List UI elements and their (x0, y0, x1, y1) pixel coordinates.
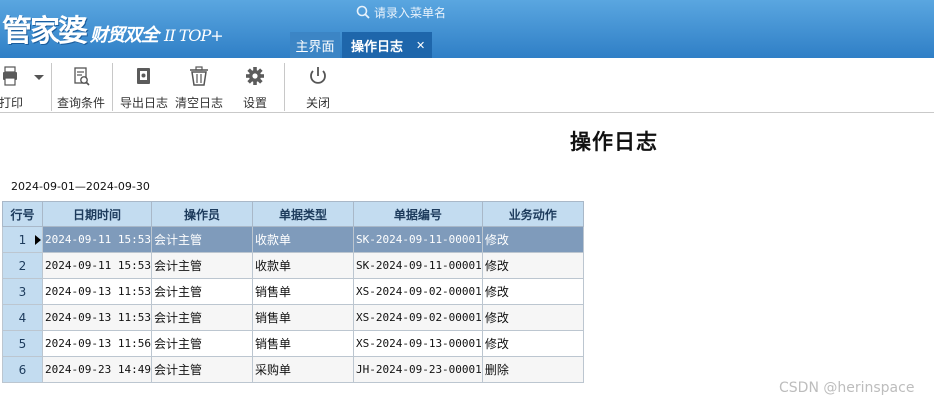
cell-doc-no[interactable]: SK-2024-09-11-00001 (352, 252, 483, 279)
gear-icon (246, 67, 264, 85)
cell-action[interactable]: 修改 (481, 278, 584, 305)
column-header-datetime[interactable]: 日期时间 (42, 201, 152, 227)
cell-doc-type[interactable]: 采购单 (251, 356, 354, 383)
log-table: 行号 日期时间 操作员 单据类型 单据编号 业务动作 1 2024-09-11 … (2, 201, 584, 383)
cell-doc-no[interactable]: XS-2024-09-02-00001 (352, 304, 483, 331)
cell-operator[interactable]: 会计主管 (150, 304, 253, 331)
report-title: 操作日志 (570, 129, 658, 154)
table-row[interactable]: 4 2024-09-13 11:53 会计主管 销售单 XS-2024-09-0… (2, 304, 584, 331)
cell-doc-type[interactable]: 销售单 (251, 304, 354, 331)
tab-home[interactable]: 主界面 (290, 32, 340, 58)
logo-main-text: 管家婆 (2, 14, 88, 49)
settings-button[interactable]: 设置 (235, 66, 275, 112)
search-input[interactable]: 请录入菜单名 (374, 4, 446, 21)
printer-icon (3, 66, 44, 86)
logo-sub-text: 财贸双全 (90, 25, 159, 46)
cell-action[interactable]: 修改 (481, 304, 584, 331)
cell-doc-no[interactable]: SK-2024-09-11-00001 (352, 226, 483, 253)
cell-action[interactable]: 修改 (481, 226, 584, 253)
cell-datetime[interactable]: 2024-09-23 14:49 (42, 356, 152, 383)
query-button[interactable]: 查询条件 (57, 66, 105, 112)
logo-version-text: II TOP+ (164, 26, 224, 45)
cell-datetime[interactable]: 2024-09-13 11:56 (42, 330, 152, 357)
row-number: 1 (2, 226, 43, 253)
row-number: 5 (2, 330, 43, 357)
cell-action[interactable]: 修改 (481, 252, 584, 279)
clear-log-button[interactable]: 清空日志 (175, 66, 223, 112)
cell-operator[interactable]: 会计主管 (150, 252, 253, 279)
cell-datetime[interactable]: 2024-09-13 11:53 (42, 278, 152, 305)
query-icon (74, 67, 90, 86)
column-header-action[interactable]: 业务动作 (481, 201, 584, 227)
cell-operator[interactable]: 会计主管 (150, 330, 253, 357)
tab-operation-log[interactable]: 操作日志 ✕ (342, 32, 432, 58)
settings-label: 设置 (242, 96, 267, 110)
column-header-doc-no[interactable]: 单据编号 (352, 201, 483, 227)
cell-datetime[interactable]: 2024-09-11 15:53 (42, 252, 152, 279)
export-log-label: 导出日志 (120, 96, 169, 110)
table-header-row: 行号 日期时间 操作员 单据类型 单据编号 业务动作 (2, 201, 584, 227)
tab-home-label: 主界面 (295, 39, 335, 55)
tab-operation-log-label: 操作日志 (351, 39, 404, 55)
cell-doc-type[interactable]: 销售单 (251, 278, 354, 305)
table-row[interactable]: 5 2024-09-13 11:56 会计主管 销售单 XS-2024-09-1… (2, 330, 584, 357)
table-row[interactable]: 1 2024-09-11 15:53 会计主管 收款单 SK-2024-09-1… (2, 226, 584, 253)
row-number: 3 (2, 278, 43, 305)
cell-doc-type[interactable]: 收款单 (251, 252, 354, 279)
cell-doc-type[interactable]: 收款单 (251, 226, 354, 253)
table-row[interactable]: 6 2024-09-23 14:49 会计主管 采购单 JH-2024-09-2… (2, 356, 584, 383)
row-number: 4 (2, 304, 43, 331)
cell-operator[interactable]: 会计主管 (150, 226, 253, 253)
row-number: 6 (2, 356, 43, 383)
column-header-doc-type[interactable]: 单据类型 (251, 201, 354, 227)
column-header-operator[interactable]: 操作员 (150, 201, 253, 227)
app-header: 管家婆 财贸双全 II TOP+ 请录入菜单名 主界面 操作日志 ✕ (0, 0, 934, 58)
toolbar-divider (284, 63, 285, 111)
clear-log-label: 清空日志 (175, 96, 224, 110)
close-icon[interactable]: ✕ (416, 39, 425, 52)
query-label: 查询条件 (57, 96, 106, 110)
print-button[interactable]: 打印 (0, 66, 44, 112)
power-icon (310, 67, 326, 84)
toolbar: 打印 查询条件 导出日志 清空日志 设置 关闭 (0, 58, 934, 113)
export-icon (137, 68, 150, 84)
toolbar-divider (112, 63, 113, 111)
cell-doc-no[interactable]: XS-2024-09-02-00001 (352, 278, 483, 305)
table-row[interactable]: 2 2024-09-11 15:53 会计主管 收款单 SK-2024-09-1… (2, 252, 584, 279)
cell-datetime[interactable]: 2024-09-11 15:53 (42, 226, 152, 253)
cell-doc-no[interactable]: JH-2024-09-23-00001 (352, 356, 483, 383)
toolbar-divider (51, 63, 52, 111)
close-label: 关闭 (305, 96, 330, 110)
cell-datetime[interactable]: 2024-09-13 11:53 (42, 304, 152, 331)
table-row[interactable]: 3 2024-09-13 11:53 会计主管 销售单 XS-2024-09-0… (2, 278, 584, 305)
export-log-button[interactable]: 导出日志 (120, 66, 168, 112)
app-logo: 管家婆 财贸双全 II TOP+ (2, 6, 224, 49)
search-icon (356, 5, 370, 19)
close-button[interactable]: 关闭 (298, 66, 338, 112)
cell-action[interactable]: 修改 (481, 330, 584, 357)
menu-search[interactable]: 请录入菜单名 (356, 3, 446, 21)
trash-icon (190, 66, 208, 86)
cell-action[interactable]: 删除 (481, 356, 584, 383)
cell-doc-type[interactable]: 销售单 (251, 330, 354, 357)
row-number: 2 (2, 252, 43, 279)
cell-operator[interactable]: 会计主管 (150, 278, 253, 305)
watermark: CSDN @herinspace (779, 380, 915, 396)
cell-doc-no[interactable]: XS-2024-09-13-00001 (352, 330, 483, 357)
date-range: 2024-09-01—2024-09-30 (11, 180, 150, 193)
cell-operator[interactable]: 会计主管 (150, 356, 253, 383)
column-header-row-no[interactable]: 行号 (2, 201, 43, 227)
print-label: 打印 (0, 96, 23, 110)
